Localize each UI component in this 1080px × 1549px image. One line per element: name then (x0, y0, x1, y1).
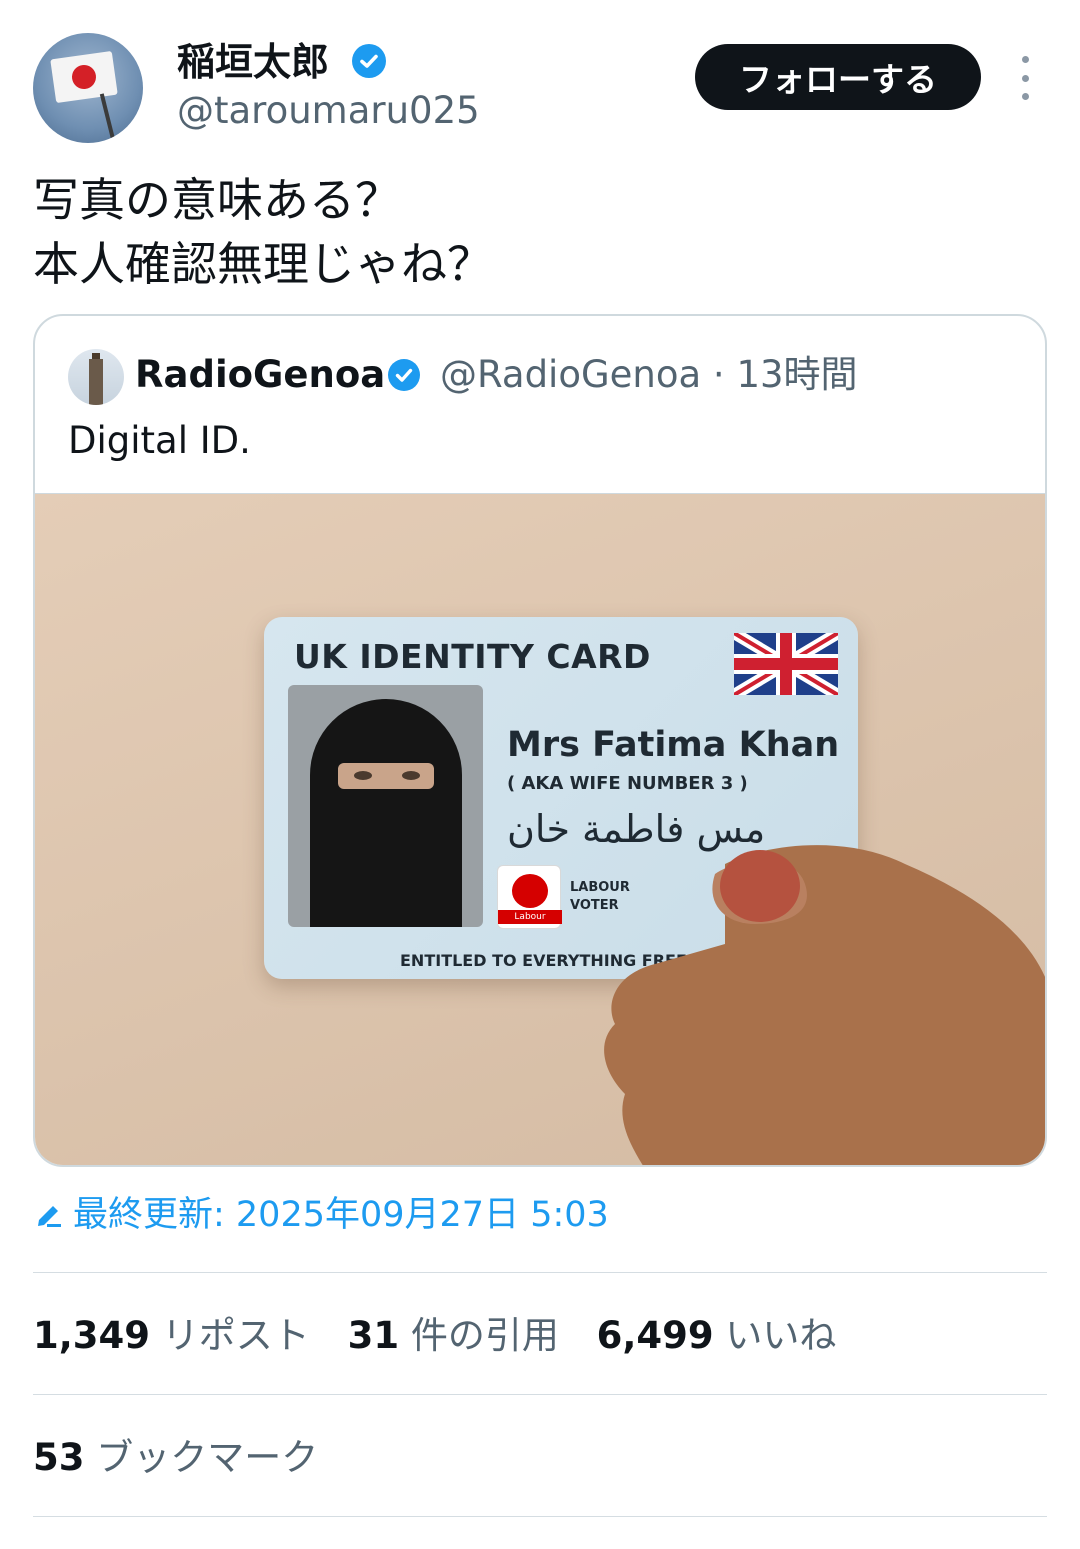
quoted-author-avatar[interactable] (68, 349, 124, 405)
author-display-name[interactable]: 稲垣太郎 (177, 38, 329, 86)
likes-stat[interactable]: 6,499 いいね (597, 1314, 837, 1357)
author-avatar[interactable] (33, 33, 143, 143)
author-handle[interactable]: @taroumaru025 (177, 88, 480, 134)
quotes-stat[interactable]: 31 件の引用 (348, 1314, 559, 1357)
divider (33, 1516, 1047, 1517)
quoted-author-name[interactable]: RadioGenoa (135, 352, 385, 398)
more-options-icon[interactable] (1010, 56, 1040, 100)
hand-image (604, 845, 1045, 1165)
divider (33, 1272, 1047, 1273)
card-name: Mrs Fatima Khan (507, 725, 840, 765)
bookmarks-stat[interactable]: 53 ブックマーク (33, 1432, 318, 1484)
verified-badge-icon (388, 359, 420, 391)
card-title: UK IDENTITY CARD (294, 637, 651, 676)
verified-badge-icon (352, 44, 386, 78)
reposts-stat[interactable]: 1,349 リポスト (33, 1314, 310, 1357)
card-photo (288, 685, 483, 927)
quoted-handle-time: @RadioGenoa · 13時間 (440, 353, 858, 396)
pencil-icon (38, 1206, 61, 1227)
divider (33, 1394, 1047, 1395)
quoted-tweet[interactable]: RadioGenoa @RadioGenoa · 13時間 Digital ID… (33, 314, 1047, 1167)
union-jack-icon (734, 633, 838, 695)
japan-flag-icon (50, 50, 118, 104)
quoted-image[interactable]: UK IDENTITY CARD Mrs Fatima Khan ( AKA W… (35, 493, 1045, 1165)
tweet-text: 写真の意味ある？ 本人確認無理じゃね？ (33, 173, 493, 291)
card-aka: ( AKA WIFE NUMBER 3 ) (507, 773, 748, 794)
edited-timestamp[interactable]: 最終更新: 2025年09月27日 5:03 (33, 1192, 609, 1238)
labour-rose-icon: Labour (497, 865, 562, 929)
follow-button[interactable]: フォローする (695, 44, 981, 110)
engagement-stats: 1,349 リポスト 31 件の引用 6,499 いいね (33, 1310, 862, 1362)
quoted-text: Digital ID. (68, 419, 251, 462)
